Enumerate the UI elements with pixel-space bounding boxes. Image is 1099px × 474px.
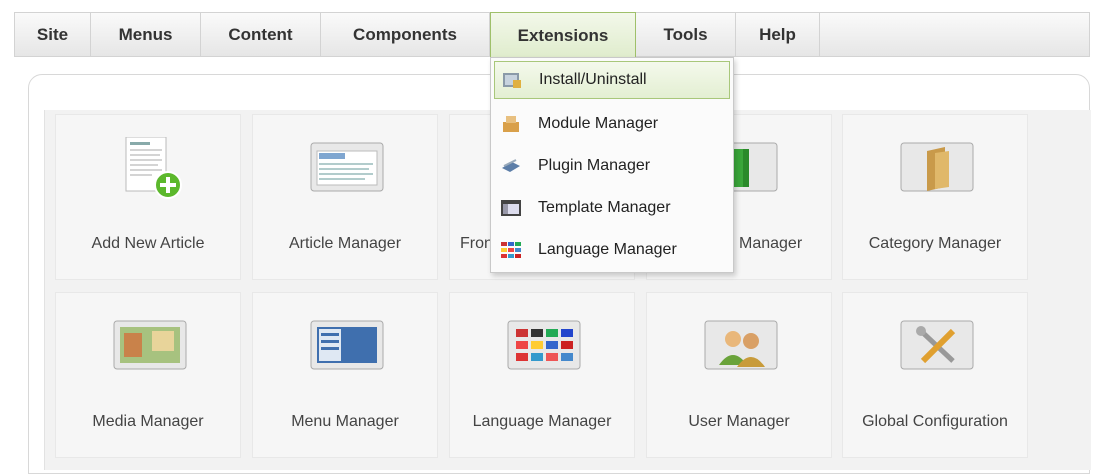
extensions-dropdown: Install/Uninstall Module Manager Plugin …	[490, 57, 734, 273]
module-icon	[500, 114, 522, 134]
menuitem-label: Template Manager	[538, 199, 671, 216]
menuitem-plugin-manager[interactable]: Plugin Manager	[494, 147, 730, 185]
menuitem-label: Language Manager	[538, 241, 677, 258]
template-icon	[500, 198, 522, 218]
tile-label: Manager	[739, 235, 803, 252]
menu-tools[interactable]: Tools	[636, 13, 736, 56]
tile-user-manager[interactable]: User Manager	[646, 292, 832, 458]
menu-content[interactable]: Content	[201, 13, 321, 56]
users-icon	[703, 315, 779, 379]
menu-components[interactable]: Components	[321, 13, 490, 56]
menuitem-module-manager[interactable]: Module Manager	[494, 105, 730, 143]
menu-site[interactable]: Site	[15, 13, 91, 56]
article-manager-icon	[309, 137, 385, 201]
tile-menu-manager[interactable]: Menu Manager	[252, 292, 438, 458]
tile-add-new-article[interactable]: Add New Article	[55, 114, 241, 280]
tile-label: Media Manager	[92, 413, 204, 430]
menuitem-label: Plugin Manager	[538, 157, 651, 174]
tile-label: Language Manager	[472, 413, 612, 430]
tile-label: Add New Article	[91, 235, 205, 252]
tile-category-manager[interactable]: Category Manager	[842, 114, 1028, 280]
category-folder-icon	[899, 137, 975, 201]
tools-icon	[899, 315, 975, 379]
tile-label: User Manager	[688, 413, 790, 430]
menu-help[interactable]: Help	[736, 13, 820, 56]
menuitem-language-manager[interactable]: Language Manager	[494, 231, 730, 269]
menu-icon	[309, 315, 385, 379]
main-menu-bar: Site Menus Content Components Extensions…	[14, 12, 1090, 58]
menuitem-label: Module Manager	[538, 115, 659, 132]
menu-extensions[interactable]: Extensions	[490, 12, 636, 58]
tile-media-manager[interactable]: Media Manager	[55, 292, 241, 458]
menuitem-label: Install/Uninstall	[539, 71, 647, 88]
tile-global-configuration[interactable]: Global Configuration	[842, 292, 1028, 458]
tile-label: Category Manager	[868, 235, 1002, 252]
plugin-icon	[500, 156, 522, 176]
media-icon	[112, 315, 188, 379]
menuitem-install-uninstall[interactable]: Install/Uninstall	[494, 61, 730, 99]
tile-label: Menu Manager	[291, 413, 399, 430]
language-flags-icon	[500, 240, 522, 260]
menu-menus[interactable]: Menus	[91, 13, 201, 56]
tile-language-manager[interactable]: Language Manager	[449, 292, 635, 458]
install-icon	[501, 70, 523, 90]
language-flags-icon	[506, 315, 582, 379]
tile-article-manager[interactable]: Article Manager	[252, 114, 438, 280]
add-article-icon	[112, 136, 188, 201]
tile-label: Article Manager	[288, 235, 402, 252]
menuitem-template-manager[interactable]: Template Manager	[494, 189, 730, 227]
tile-label: Global Configuration	[862, 413, 1008, 430]
